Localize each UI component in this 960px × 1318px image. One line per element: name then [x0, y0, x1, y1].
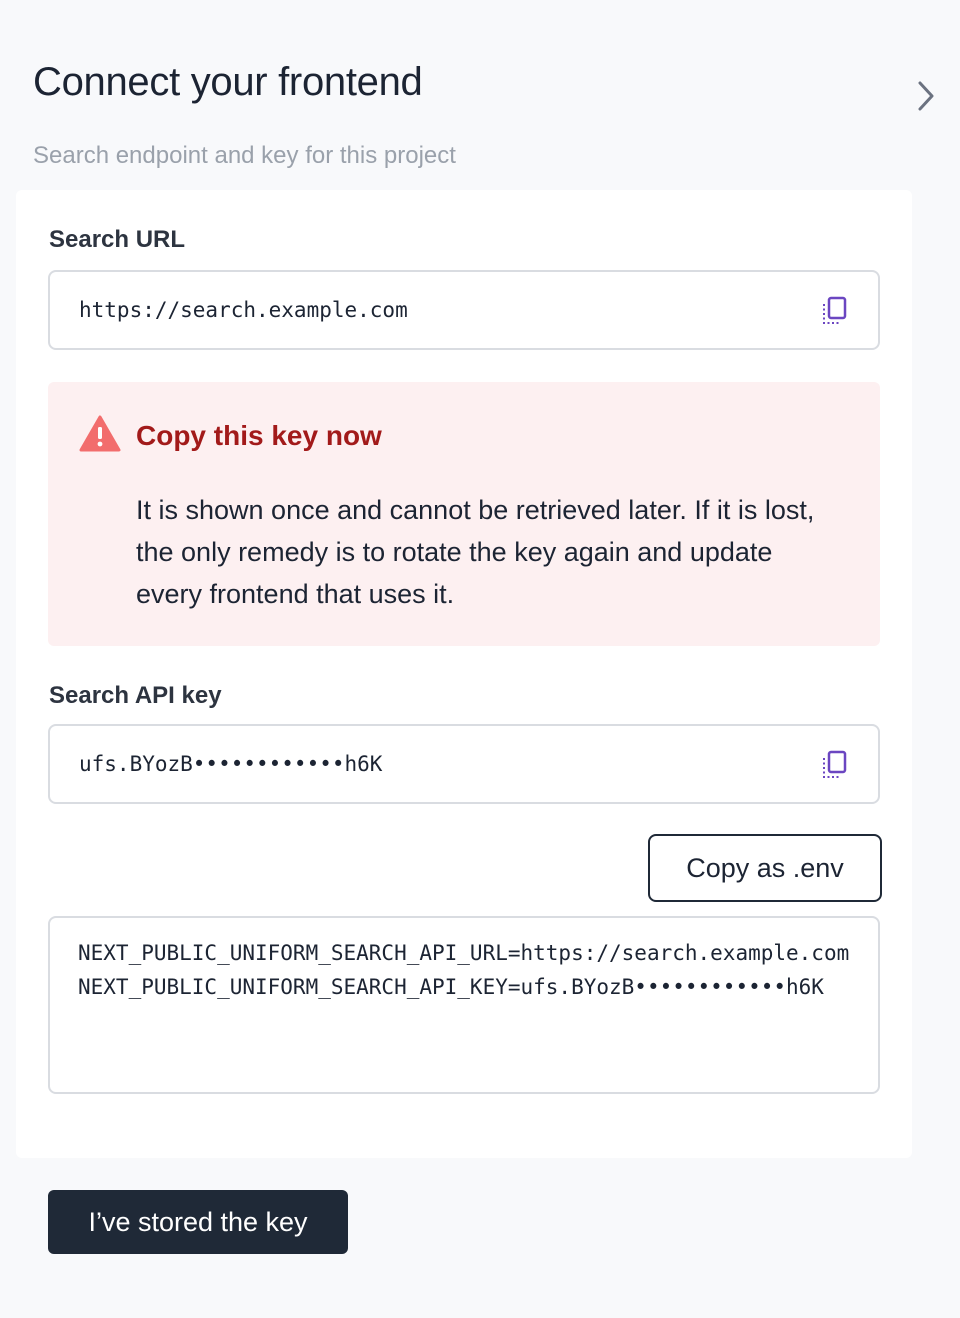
search-url-label: Search URL — [49, 226, 186, 253]
stored-key-button[interactable]: I’ve stored the key — [48, 1190, 348, 1254]
connect-frontend-page: Connect your frontend Search endpoint an… — [0, 0, 960, 1318]
copy-icon[interactable] — [820, 749, 850, 781]
chevron-right-icon[interactable] — [910, 78, 942, 114]
env-snippet-box[interactable]: NEXT_PUBLIC_UNIFORM_SEARCH_API_URL=https… — [48, 916, 880, 1094]
page-title: Connect your frontend — [33, 60, 423, 104]
warning-body: It is shown once and cannot be retrieved… — [136, 495, 815, 609]
env-snippet-text: NEXT_PUBLIC_UNIFORM_SEARCH_API_URL=https… — [78, 941, 850, 999]
warning-title: Copy this key now — [136, 420, 382, 451]
copy-key-warning: Copy this key now It is shown once and c… — [48, 382, 880, 646]
page-subtitle: Search endpoint and key for this project — [33, 142, 456, 169]
api-key-value: ufs.BYozB••••••••••••h6K — [79, 752, 383, 776]
copy-icon[interactable] — [820, 295, 850, 327]
warning-triangle-icon — [79, 415, 121, 453]
api-key-field[interactable]: ufs.BYozB••••••••••••h6K — [48, 724, 880, 804]
search-url-field[interactable]: https://search.example.com — [48, 270, 880, 350]
search-url-value: https://search.example.com — [79, 298, 408, 322]
api-key-label: Search API key — [49, 682, 222, 709]
copy-as-env-button[interactable]: Copy as .env — [648, 834, 882, 902]
